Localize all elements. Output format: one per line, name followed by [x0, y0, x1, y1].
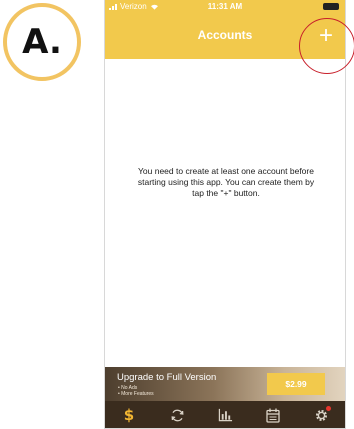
tab-settings[interactable] [310, 404, 332, 426]
empty-state-message: You need to create at least one account … [137, 166, 315, 198]
annotation-circle [299, 18, 354, 74]
tab-calendar[interactable] [262, 404, 284, 426]
upgrade-title: Upgrade to Full Version [117, 372, 217, 383]
step-badge: A. [3, 3, 81, 81]
tab-accounts[interactable]: $ [118, 404, 140, 426]
upgrade-banner[interactable]: Upgrade to Full Version • No Ads • More … [105, 367, 345, 401]
battery-icon [323, 3, 339, 10]
bar-chart-icon [218, 408, 232, 422]
buy-price-button[interactable]: $2.99 [267, 373, 325, 395]
notification-dot [326, 406, 331, 411]
dollar-icon: $ [123, 406, 135, 424]
tab-bar: $ [105, 401, 345, 428]
status-time: 11:31 AM [207, 2, 243, 11]
status-bar: Verizon 11:31 AM [105, 0, 345, 14]
upgrade-feature-item: • More Features [118, 391, 154, 397]
tab-reports[interactable] [214, 404, 236, 426]
tab-sync[interactable] [166, 404, 188, 426]
calendar-icon [266, 408, 280, 423]
sync-icon [171, 409, 183, 421]
step-badge-label: A. [22, 22, 62, 62]
